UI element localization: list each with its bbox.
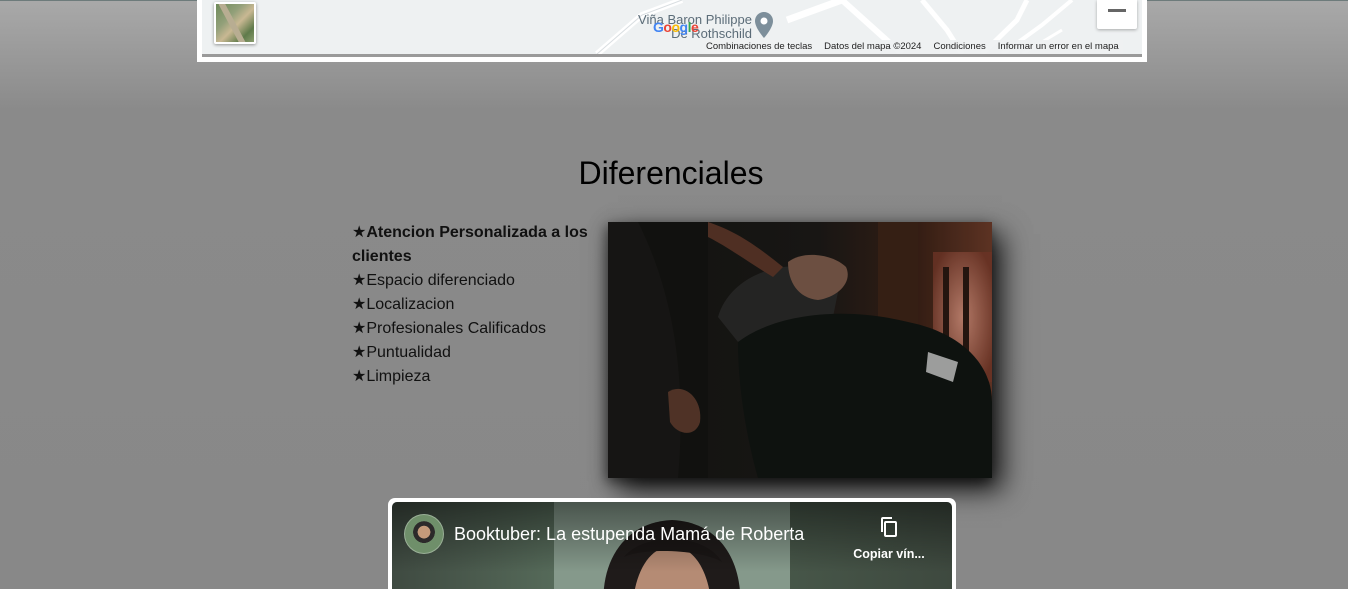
channel-avatar[interactable] xyxy=(404,514,444,554)
google-logo: Google xyxy=(653,19,699,35)
feature-item: ★Limpieza xyxy=(352,365,602,389)
video-embed[interactable]: Booktuber: La estupenda Mamá de Roberta … xyxy=(388,498,956,589)
feature-item: ★Atencion Personalizada a los clientes xyxy=(352,221,602,269)
section-title: Diferenciales xyxy=(578,155,764,191)
map-canvas[interactable]: Viña Baron Philippe De Rothschild Google… xyxy=(202,0,1142,54)
map-embed: Viña Baron Philippe De Rothschild Google… xyxy=(197,0,1147,62)
minus-icon xyxy=(1108,9,1126,12)
star-icon: ★ xyxy=(352,272,367,289)
feature-text: Limpieza xyxy=(366,368,431,385)
video-title[interactable]: Booktuber: La estupenda Mamá de Roberta xyxy=(454,524,804,545)
video-player[interactable]: Booktuber: La estupenda Mamá de Roberta … xyxy=(392,502,952,589)
copy-link-button[interactable]: Copiar vín... xyxy=(844,516,934,561)
star-icon: ★ xyxy=(352,224,367,241)
copy-icon xyxy=(881,517,897,537)
star-icon: ★ xyxy=(352,368,367,385)
map-pin-icon[interactable] xyxy=(755,12,773,38)
map-footer: Combinaciones de teclas Datos del mapa ©… xyxy=(702,40,1123,54)
star-icon: ★ xyxy=(352,320,367,337)
copy-link-label: Copiar vín... xyxy=(853,547,925,561)
terms-link[interactable]: Condiciones xyxy=(933,40,985,54)
feature-text: Espacio diferenciado xyxy=(366,272,515,289)
satellite-layer-icon[interactable] xyxy=(214,2,256,44)
map-data-attribution: Datos del mapa ©2024 xyxy=(824,41,922,52)
feature-text: Localizacion xyxy=(366,296,455,313)
star-icon: ★ xyxy=(352,344,367,361)
zoom-out-button[interactable] xyxy=(1097,0,1137,29)
feature-text: Atencion Personalizada a los clientes xyxy=(352,224,588,265)
feature-item: ★Profesionales Calificados xyxy=(352,317,602,341)
keyboard-shortcuts-link[interactable]: Combinaciones de teclas xyxy=(706,40,812,54)
star-icon: ★ xyxy=(352,296,367,313)
feature-item: ★Puntualidad xyxy=(352,341,602,365)
features-list: ★Atencion Personalizada a los clientes ★… xyxy=(352,221,602,389)
barber-photo xyxy=(608,222,992,478)
report-error-link[interactable]: Informar un error en el mapa xyxy=(998,40,1119,54)
map-bottom-bar xyxy=(202,54,1142,57)
feature-item: ★Espacio diferenciado xyxy=(352,269,602,293)
feature-item: ★Localizacion xyxy=(352,293,602,317)
feature-text: Profesionales Calificados xyxy=(366,320,546,337)
feature-text: Puntualidad xyxy=(366,344,451,361)
